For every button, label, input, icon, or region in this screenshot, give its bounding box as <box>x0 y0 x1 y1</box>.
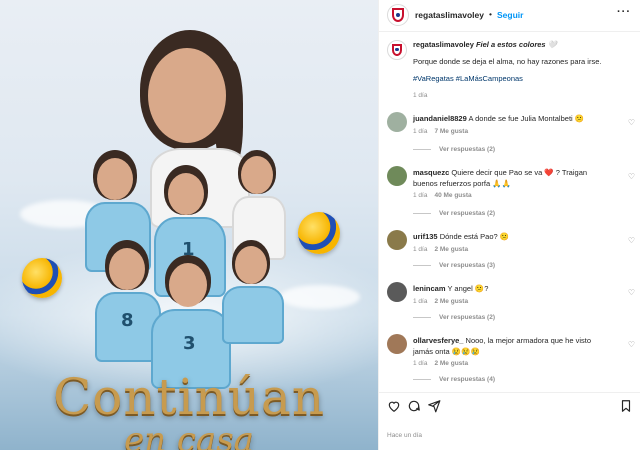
comment-time: 1 día <box>413 246 428 253</box>
bookmark-icon[interactable] <box>619 399 633 413</box>
comment: ollarvesferye_ Nooo, la mejor armadora q… <box>379 334 640 390</box>
poster-subtitle: en casa <box>124 420 254 450</box>
comment: juandaniel8829 A donde se fue Julia Mont… <box>379 112 640 158</box>
post-caption: regataslimavoley Fiel a estos colores 🤍 … <box>413 40 633 100</box>
comment-icon[interactable] <box>407 399 421 413</box>
comment-likes[interactable]: 2 Me gusta <box>434 298 468 305</box>
comment-avatar[interactable] <box>387 334 407 354</box>
comment-time: 1 día <box>413 128 428 135</box>
comment-avatar[interactable] <box>387 112 407 132</box>
comment-likes[interactable]: 2 Me gusta <box>434 246 468 253</box>
separator-dot: • <box>489 9 492 19</box>
comment: masquezc Quiere decir que Pao se va ❤️ ?… <box>379 166 640 224</box>
comment-avatar[interactable] <box>387 166 407 186</box>
comment-likes[interactable]: 7 Me gusta <box>434 128 468 135</box>
post-header: regataslimavoley • Seguir ··· <box>379 0 640 32</box>
caption-text: Porque donde se deja el alma, no hay raz… <box>413 56 602 66</box>
view-replies-link[interactable]: Ver respuestas (3) <box>413 262 495 269</box>
heart-icon[interactable] <box>387 399 401 413</box>
view-replies-link[interactable]: Ver respuestas (2) <box>413 146 495 153</box>
post-actions <box>379 392 640 418</box>
comment-avatar[interactable] <box>387 282 407 302</box>
comment-likes[interactable]: 2 Me gusta <box>434 360 468 367</box>
caption-avatar[interactable] <box>387 40 407 60</box>
comment-username[interactable]: masquezc <box>413 168 449 177</box>
comment-username[interactable]: juandaniel8829 <box>413 114 467 123</box>
header-username[interactable]: regataslimavoley <box>415 10 484 20</box>
post-image[interactable]: 1 8 3 Continúan en casa <box>0 0 378 450</box>
view-replies-link[interactable]: Ver respuestas (2) <box>413 314 495 321</box>
comment-username[interactable]: ollarvesferye_ <box>413 336 463 345</box>
comment-text: Dónde está Pao? 😕 <box>439 232 510 241</box>
comment-avatar[interactable] <box>387 230 407 250</box>
jersey-number: 3 <box>183 333 196 354</box>
player <box>220 240 290 350</box>
caption-username[interactable]: regataslimavoley <box>413 40 474 49</box>
comment-text: A donde se fue Julia Montalbeti 😕 <box>468 114 585 123</box>
share-icon[interactable] <box>427 399 441 413</box>
follow-button[interactable]: Seguir <box>497 10 523 20</box>
comment: urif135 Dónde está Pao? 😕 1 día 2 Me gust… <box>379 230 640 276</box>
comment-username[interactable]: lenincam <box>413 284 446 293</box>
comment-like-icon[interactable]: ♡ <box>628 340 635 349</box>
comment: lenincam Y angel 😕? 1 día 2 Me gusta ♡ Ve… <box>379 282 640 328</box>
jersey-number: 8 <box>121 310 134 331</box>
comment-time: 1 día <box>413 298 428 305</box>
comment-username[interactable]: urif135 <box>413 232 438 241</box>
comment-text: Y angel 😕? <box>447 284 489 293</box>
comment-time: 1 día <box>413 192 428 199</box>
comment-like-icon[interactable]: ♡ <box>628 172 635 181</box>
view-replies-link[interactable]: Ver respuestas (4) <box>413 376 495 383</box>
comment-like-icon[interactable]: ♡ <box>628 288 635 297</box>
caption-time: 1 día <box>413 91 428 99</box>
comment-like-icon[interactable]: ♡ <box>628 118 635 127</box>
comment-time: 1 día <box>413 360 428 367</box>
cloud <box>280 285 360 309</box>
volleyball <box>22 258 62 298</box>
post-panel: regataslimavoley • Seguir ··· regataslim… <box>378 0 640 450</box>
volleyball <box>298 212 340 254</box>
poster-title: Continúan <box>52 368 326 426</box>
post-time: Hace un día <box>387 432 423 439</box>
more-options-icon[interactable]: ··· <box>617 6 631 18</box>
comment-likes[interactable]: 40 Me gusta <box>434 192 471 199</box>
profile-avatar[interactable] <box>387 4 409 26</box>
view-replies-link[interactable]: Ver respuestas (2) <box>413 210 495 217</box>
comment-like-icon[interactable]: ♡ <box>628 236 635 245</box>
caption-hashtags[interactable]: #VaRegatas #LaMásCampeonas <box>413 74 633 85</box>
caption-headline: Fiel a estos colores 🤍 <box>475 40 558 49</box>
